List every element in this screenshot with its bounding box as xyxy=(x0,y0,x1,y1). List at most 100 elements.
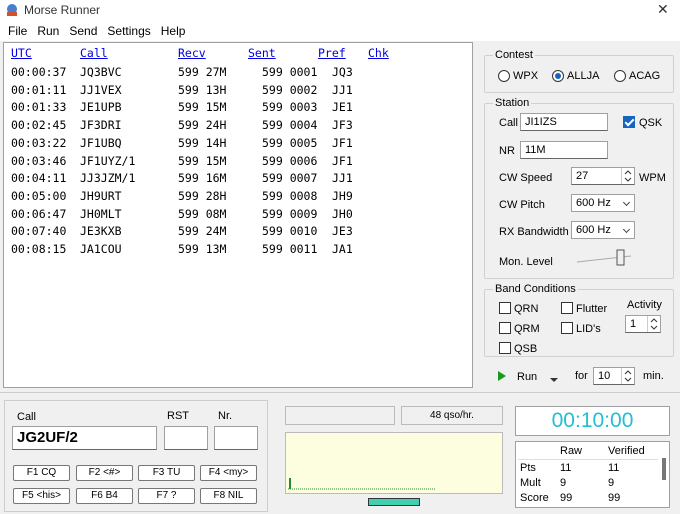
activity-label: Activity xyxy=(627,299,662,311)
header-utc[interactable]: UTC xyxy=(11,46,32,60)
score-raw: 9 xyxy=(560,477,567,489)
log-cell-utc: 00:01:11 xyxy=(11,82,67,97)
entry-nr-input[interactable] xyxy=(214,426,258,450)
radio-acag[interactable] xyxy=(614,70,626,82)
score-label: Pts xyxy=(520,462,536,474)
menu-file[interactable]: File xyxy=(3,21,32,41)
header-pref[interactable]: Pref xyxy=(318,46,346,60)
log-cell-call: JH0MLT xyxy=(80,206,122,221)
log-cell-utc: 00:07:40 xyxy=(11,224,67,239)
radio-allja[interactable] xyxy=(552,70,564,82)
lids-label[interactable]: LID's xyxy=(576,323,601,335)
f4-my-button[interactable]: F4 <my> xyxy=(200,465,257,481)
log-cell-sent: 599 0006 xyxy=(262,153,318,168)
log-cell-call: JJ1VEX xyxy=(80,82,122,97)
cw-speed-stepper[interactable] xyxy=(621,168,633,184)
entry-call-label: Call xyxy=(17,411,36,423)
log-cell-sent: 599 0004 xyxy=(262,118,318,133)
run-play-icon[interactable] xyxy=(497,370,507,382)
log-cell-pref: JE1 xyxy=(332,100,353,115)
lids-checkbox[interactable] xyxy=(561,322,573,334)
cw-speed-label: CW Speed xyxy=(499,172,553,184)
window-title: Morse Runner xyxy=(24,3,101,17)
f5-his-button[interactable]: F5 <his> xyxy=(13,488,70,504)
qsk-label[interactable]: QSK xyxy=(639,117,662,129)
header-recv[interactable]: Recv xyxy=(178,46,206,60)
score-table: Raw Verified Pts 11 11 Mult 9 9 Score 99 99 xyxy=(515,441,670,508)
score-header-raw: Raw xyxy=(560,445,583,457)
entry-call-input[interactable]: JG2UF/2 xyxy=(12,426,157,450)
f8-nil-button[interactable]: F8 NIL xyxy=(200,488,257,504)
qrm-label[interactable]: QRM xyxy=(514,323,540,335)
log-cell-pref: JH0 xyxy=(332,206,353,221)
qrn-label[interactable]: QRN xyxy=(514,303,538,315)
run-minutes-stepper[interactable] xyxy=(621,368,633,384)
log-row[interactable]: 00:06:47 JH0MLT 599 08M 599 0009 JH0 xyxy=(4,207,472,224)
log-cell-pref: JJ1 xyxy=(332,82,353,97)
tuning-indicator[interactable] xyxy=(368,498,420,506)
score-scrollbar[interactable] xyxy=(662,458,666,480)
activity-stepper[interactable] xyxy=(647,316,659,332)
log-row[interactable]: 00:07:40 JE3KXB 599 24M 599 0010 JE3 xyxy=(4,224,472,241)
log-cell-call: JF3DRI xyxy=(80,118,122,133)
label-wpx[interactable]: WPX xyxy=(513,70,538,82)
band-scope-trace xyxy=(288,478,436,490)
mon-level-slider[interactable] xyxy=(575,248,635,268)
station-title: Station xyxy=(493,97,532,109)
close-icon[interactable]: ✕ xyxy=(657,1,669,18)
qsk-checkbox[interactable] xyxy=(623,116,635,128)
qsb-checkbox[interactable] xyxy=(499,342,511,354)
f2-exchange-button[interactable]: F2 <#> xyxy=(76,465,133,481)
station-call-input[interactable]: JI1IZS xyxy=(520,113,608,131)
f1-cq-button[interactable]: F1 CQ xyxy=(13,465,70,481)
log-cell-call: JF1UYZ/1 xyxy=(80,153,136,168)
rx-bandwidth-label: RX Bandwidth xyxy=(499,226,569,238)
log-cell-recv: 599 16M xyxy=(178,171,227,186)
log-row[interactable]: 00:03:46 JF1UYZ/1 599 15M 599 0006 JF1 xyxy=(4,154,472,171)
f3-tu-button[interactable]: F3 TU xyxy=(138,465,195,481)
qso-log[interactable]: UTC Call Recv Sent Pref Chk 00:00:37 JQ3B… xyxy=(3,42,473,388)
flutter-checkbox[interactable] xyxy=(561,302,573,314)
log-row[interactable]: 00:08:15 JA1COU 599 13M 599 0011 JA1 xyxy=(4,242,472,259)
menu-run[interactable]: Run xyxy=(32,21,64,41)
header-sent[interactable]: Sent xyxy=(248,46,276,60)
log-cell-recv: 599 24M xyxy=(178,224,227,239)
log-row[interactable]: 00:00:37 JQ3BVC 599 27M 599 0001 JQ3 xyxy=(4,65,472,82)
label-allja[interactable]: ALLJA xyxy=(567,70,599,82)
f6-b4-button[interactable]: F6 B4 xyxy=(76,488,133,504)
radio-wpx[interactable] xyxy=(498,70,510,82)
flutter-label[interactable]: Flutter xyxy=(576,303,607,315)
log-cell-pref: JF1 xyxy=(332,153,353,168)
log-row[interactable]: 00:04:11 JJ3JZM/1 599 16M 599 0007 JJ1 xyxy=(4,171,472,188)
log-cell-utc: 00:00:37 xyxy=(11,65,67,79)
cw-pitch-select[interactable]: 600 Hz xyxy=(571,194,635,212)
log-row[interactable]: 00:05:00 JH9URT 599 28H 599 0008 JH9 xyxy=(4,189,472,206)
qrm-checkbox[interactable] xyxy=(499,322,511,334)
log-cell-pref: JF1 xyxy=(332,135,353,150)
menu-send[interactable]: Send xyxy=(64,21,102,41)
log-cell-utc: 00:01:33 xyxy=(11,100,67,115)
log-row[interactable]: 00:03:22 JF1UBQ 599 14H 599 0005 JF1 xyxy=(4,136,472,153)
run-label[interactable]: Run xyxy=(517,371,537,383)
score-raw: 11 xyxy=(560,462,572,474)
station-nr-input[interactable]: 11M xyxy=(520,141,608,159)
log-cell-pref: JF3 xyxy=(332,118,353,133)
rx-bandwidth-select[interactable]: 600 Hz xyxy=(571,221,635,239)
log-row[interactable]: 00:02:45 JF3DRI 599 24H 599 0004 JF3 xyxy=(4,118,472,135)
qsb-label[interactable]: QSB xyxy=(514,343,537,355)
header-chk[interactable]: Chk xyxy=(368,46,389,60)
log-cell-sent: 599 0002 xyxy=(262,82,318,97)
entry-rst-input[interactable] xyxy=(164,426,208,450)
menu-help[interactable]: Help xyxy=(156,21,191,41)
score-verified: 99 xyxy=(608,492,621,504)
header-call[interactable]: Call xyxy=(80,46,108,60)
f7-question-button[interactable]: F7 ? xyxy=(138,488,195,504)
log-row[interactable]: 00:01:33 JE1UPB 599 15M 599 0003 JE1 xyxy=(4,100,472,117)
menu-settings[interactable]: Settings xyxy=(102,21,155,41)
nr-label: NR xyxy=(499,145,515,157)
run-dropdown-icon[interactable] xyxy=(549,374,559,382)
log-row[interactable]: 00:01:11 JJ1VEX 599 13H 599 0002 JJ1 xyxy=(4,83,472,100)
qrn-checkbox[interactable] xyxy=(499,302,511,314)
label-acag[interactable]: ACAG xyxy=(629,70,660,82)
log-cell-pref: JE3 xyxy=(332,224,353,239)
